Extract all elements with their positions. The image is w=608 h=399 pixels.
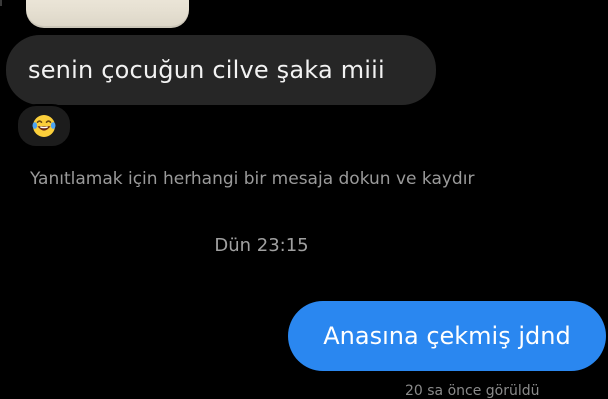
incoming-message-bubble[interactable]: senin çocuğun cilve şaka miii	[6, 35, 436, 105]
outgoing-message-bubble[interactable]: Anasına çekmiş jdnd	[288, 301, 606, 371]
incoming-message-text: senin çocuğun cilve şaka miii	[28, 56, 385, 84]
message-timestamp: Dün 23:15	[214, 235, 309, 256]
outgoing-message-text: Anasına çekmiş jdnd	[323, 322, 571, 350]
seen-status: 20 sa önce görüldü	[405, 383, 540, 399]
thread-line	[0, 0, 2, 6]
reply-hint: Yanıtlamak için herhangi bir mesaja doku…	[30, 169, 475, 189]
shared-image-preview[interactable]	[26, 0, 189, 28]
message-reaction[interactable]	[16, 104, 72, 148]
chat-thread: senin çocuğun cilve şaka miii Yanıtlamak…	[0, 0, 608, 398]
laughing-tears-emoji-icon	[31, 113, 57, 139]
